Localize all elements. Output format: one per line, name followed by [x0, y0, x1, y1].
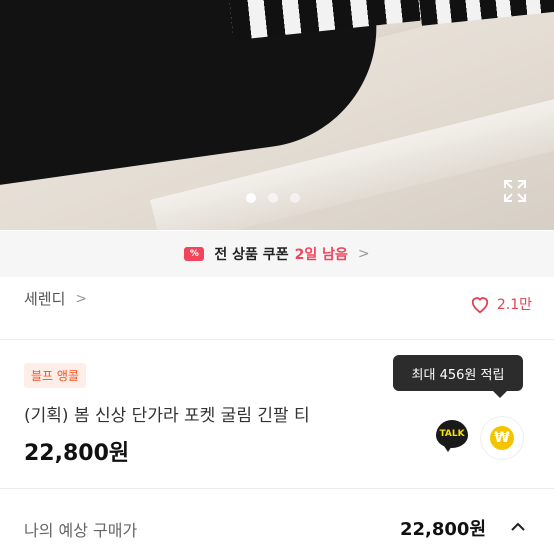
gallery-dot-2[interactable] [268, 193, 278, 203]
purchase-summary-bar[interactable]: 나의 예상 구매가 22,800원 [0, 488, 554, 554]
like-button[interactable]: 2.1만 [469, 294, 532, 314]
coupon-remaining: 2일 남음 [294, 247, 348, 263]
shop-name: 세렌디 [24, 290, 66, 308]
image-striped-sleeve [418, 0, 554, 26]
chevron-right-icon: > [75, 290, 88, 307]
reward-tooltip: 최대 456원 적립 [393, 355, 523, 398]
coupon-banner[interactable]: % 전 상품 쿠폰 2일 남음 > [0, 231, 554, 277]
gallery-dot-3[interactable] [290, 193, 300, 203]
gallery-dot-1[interactable] [246, 193, 256, 203]
shop-link[interactable]: 세렌디 > [24, 288, 87, 309]
won-coin-icon: ₩ [490, 426, 514, 450]
like-count: 2.1만 [496, 297, 532, 313]
gallery-pagination [246, 193, 300, 203]
expected-price-amount: 22,800원 [400, 519, 487, 540]
heart-icon [471, 297, 489, 314]
expected-price-label: 나의 예상 구매가 [24, 521, 138, 540]
section-divider [0, 339, 554, 340]
coupon-text: 전 상품 쿠폰 [214, 247, 289, 263]
coupon-icon: % [184, 247, 205, 261]
product-price: 22,800원 [24, 441, 130, 466]
chevron-right-icon: > [357, 246, 370, 262]
reward-button[interactable]: ₩ [480, 416, 524, 460]
expand-icon[interactable] [502, 178, 528, 204]
chevron-up-icon[interactable] [508, 517, 528, 537]
promo-badge: 블프 앵콜 [24, 363, 86, 388]
kakao-talk-button[interactable]: TALK [436, 420, 468, 452]
product-title: (기획) 봄 신상 단가라 포켓 굴림 긴팔 티 [24, 406, 310, 426]
